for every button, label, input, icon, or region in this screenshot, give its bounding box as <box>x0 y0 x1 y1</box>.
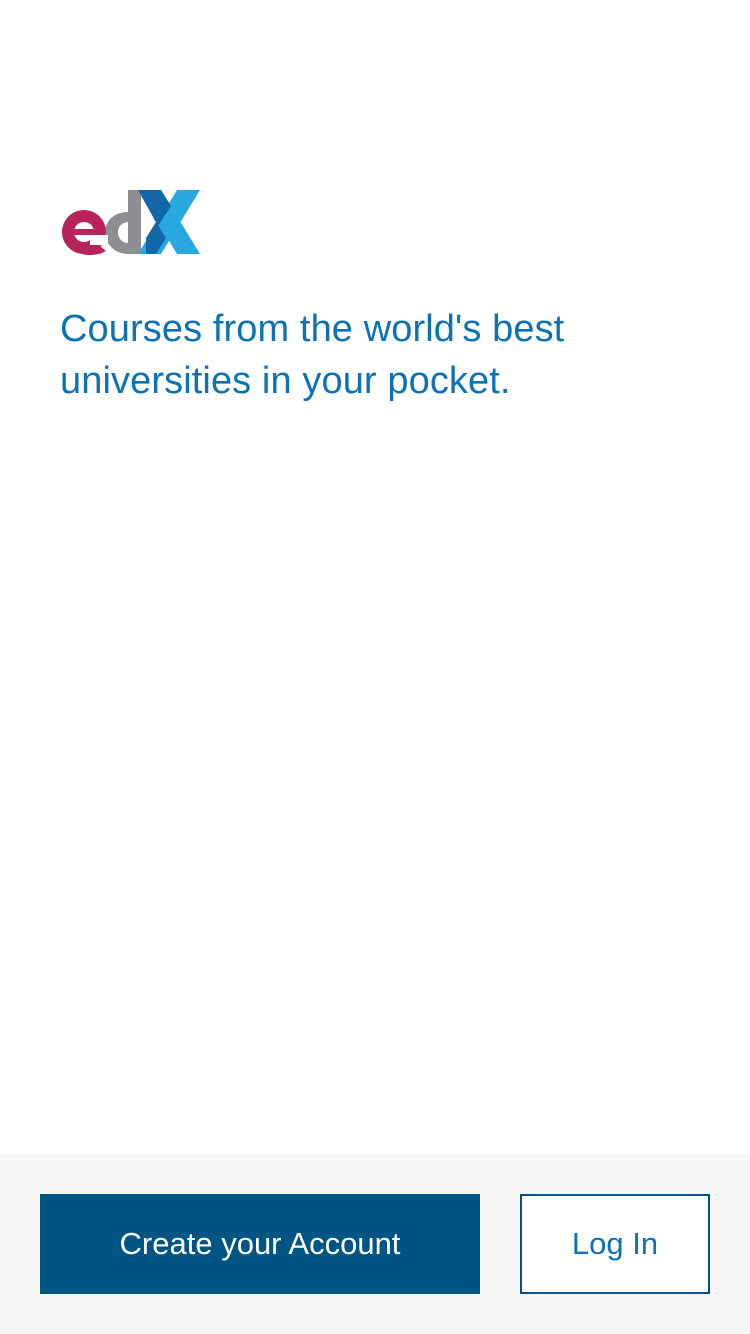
auth-footer: Create your Account Log In <box>0 1153 750 1334</box>
welcome-screen: Courses from the world's best universiti… <box>0 0 750 1334</box>
log-in-button[interactable]: Log In <box>520 1194 710 1294</box>
logo-letter-e <box>62 210 108 255</box>
edx-logo <box>62 190 200 255</box>
logo-letter-d <box>105 190 141 254</box>
logo-letter-x <box>138 190 200 254</box>
tagline: Courses from the world's best universiti… <box>60 308 565 402</box>
create-account-button[interactable]: Create your Account <box>40 1194 480 1294</box>
